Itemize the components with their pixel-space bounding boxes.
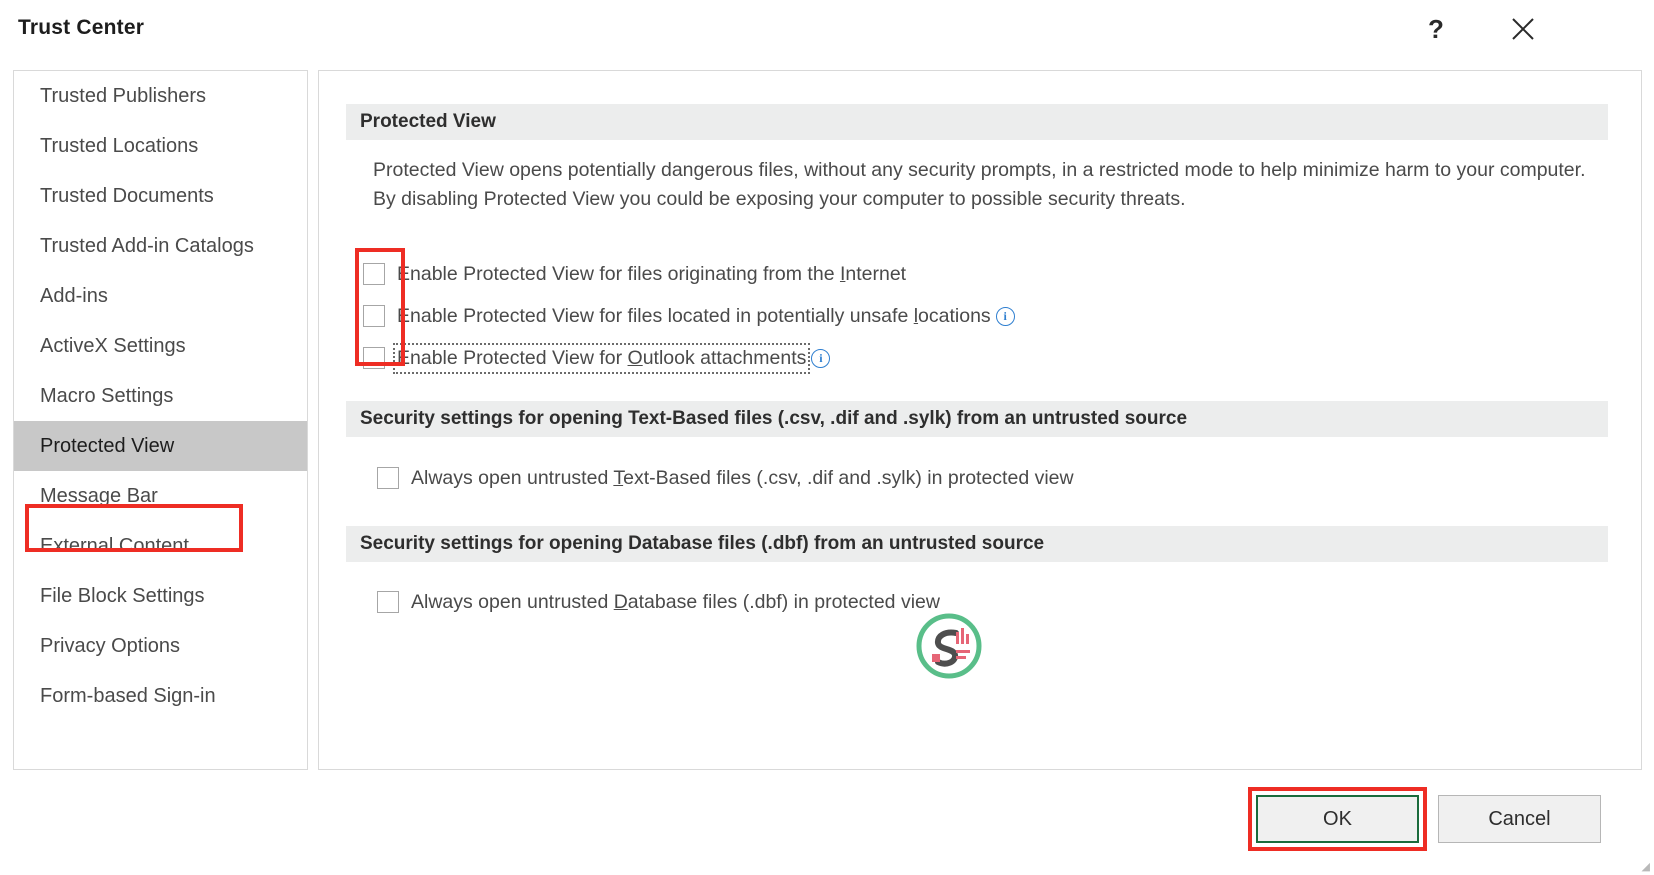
checkbox-label-text-based: Always open untrusted Text-Based files (… <box>411 467 1074 490</box>
category-sidebar[interactable]: Trusted Publishers Trusted Locations Trust… <box>13 70 308 770</box>
sidebar-item-label: Add-ins <box>40 285 108 307</box>
sidebar-item-trusted-locations[interactable]: Trusted Locations <box>14 121 307 171</box>
sidebar-item-label: Trusted Documents <box>40 185 214 207</box>
checkbox-protected-view-3[interactable] <box>363 347 385 369</box>
sidebar-item-label: ActiveX Settings <box>40 335 186 357</box>
sidebar-item-trusted-publishers[interactable]: Trusted Publishers <box>14 71 307 121</box>
sidebar-item-macro-settings[interactable]: Macro Settings <box>14 371 307 421</box>
ok-button[interactable]: OK <box>1256 795 1419 843</box>
sidebar-item-message-bar[interactable]: Message Bar <box>14 471 307 521</box>
sidebar-item-label: External Content <box>40 535 189 557</box>
sidebar-item-label: Protected View <box>40 435 175 457</box>
sidebar-item-label: Form-based Sign-in <box>40 685 216 707</box>
label-accel-key: D <box>613 590 628 613</box>
protected-view-description: Protected View opens potentially dangero… <box>373 159 1586 210</box>
info-icon[interactable]: i <box>811 348 831 368</box>
sidebar-item-label: Privacy Options <box>40 635 181 657</box>
label-accel-key: T <box>613 466 624 489</box>
ok-button-label: OK <box>1323 807 1352 830</box>
sidebar-item-form-based-sign-in[interactable]: Form-based Sign-in <box>14 671 307 721</box>
sidebar-item-activex-settings[interactable]: ActiveX Settings <box>14 321 307 371</box>
checkbox-row-protected-view-1[interactable]: Enable Protected View for files originat… <box>363 259 906 289</box>
sidebar-item-label: Trusted Add-in Catalogs <box>40 235 254 257</box>
checkbox-always-open-database[interactable] <box>377 591 399 613</box>
sidebar-item-label: Trusted Publishers <box>40 85 206 107</box>
sidebar-item-label: File Block Settings <box>40 585 205 607</box>
label-part-before: Enable Protected View for files originat… <box>397 262 840 285</box>
sidebar-item-trusted-documents[interactable]: Trusted Documents <box>14 171 307 221</box>
label-part-after: ext-Based files (.csv, .dif and .sylk) i… <box>623 466 1074 489</box>
help-glyph: ? <box>1428 13 1444 44</box>
sidebar-item-label: Trusted Locations <box>40 135 199 157</box>
cancel-button[interactable]: Cancel <box>1438 795 1601 843</box>
sidebar-item-protected-view[interactable]: Protected View <box>14 421 307 471</box>
section-header-database: Security settings for opening Database f… <box>346 526 1608 562</box>
label-part-after: ocations <box>918 304 991 327</box>
label-part-after: nternet <box>845 262 907 285</box>
checkbox-label-protected-view-3: Enable Protected View for Outlook attach… <box>392 342 811 374</box>
sidebar-item-add-ins[interactable]: Add-ins <box>14 271 307 321</box>
section-header-protected-view: Protected View <box>346 104 1608 140</box>
sidebar-item-privacy-options[interactable]: Privacy Options <box>14 621 307 671</box>
label-part-before: Always open untrusted <box>411 466 614 489</box>
sidebar-item-external-content[interactable]: External Content <box>14 521 307 571</box>
sidebar-item-label: Message Bar <box>40 485 158 507</box>
checkbox-label-protected-view-2: Enable Protected View for files located … <box>397 305 991 328</box>
label-part-before: Enable Protected View for <box>397 346 628 369</box>
checkbox-protected-view-2[interactable] <box>363 305 385 327</box>
resize-grip-icon[interactable]: ◢ <box>1642 860 1650 873</box>
checkbox-row-database[interactable]: Always open untrusted Database files (.d… <box>377 587 940 617</box>
checkbox-protected-view-1[interactable] <box>363 263 385 285</box>
sidebar-item-trusted-add-in-catalogs[interactable]: Trusted Add-in Catalogs <box>14 221 307 271</box>
checkbox-label-database: Always open untrusted Database files (.d… <box>411 591 940 614</box>
close-icon[interactable] <box>1500 6 1546 52</box>
window-title: Trust Center <box>18 16 145 39</box>
close-glyph <box>1512 18 1534 40</box>
help-icon[interactable]: ? <box>1413 6 1459 52</box>
settings-panel: Protected View Protected View opens pote… <box>318 70 1642 770</box>
checkbox-row-protected-view-3[interactable]: Enable Protected View for Outlook attach… <box>363 342 831 374</box>
label-part-after: utlook attachments <box>642 346 807 369</box>
sidebar-item-label: Macro Settings <box>40 385 174 407</box>
checkbox-always-open-text-based[interactable] <box>377 467 399 489</box>
sidebar-list: Trusted Publishers Trusted Locations Trust… <box>14 71 307 721</box>
label-accel-key: O <box>627 346 643 369</box>
label-part-before: Always open untrusted <box>411 590 614 613</box>
checkbox-label-protected-view-1: Enable Protected View for files originat… <box>397 263 906 286</box>
info-icon[interactable]: i <box>995 306 1015 326</box>
checkbox-row-protected-view-2[interactable]: Enable Protected View for files located … <box>363 301 1015 331</box>
title-bar: Trust Center ? <box>0 0 1654 60</box>
label-part-before: Enable Protected View for files located … <box>397 304 914 327</box>
cancel-button-label: Cancel <box>1488 807 1551 830</box>
checkbox-row-text-based[interactable]: Always open untrusted Text-Based files (… <box>377 463 1074 493</box>
label-part-after: atabase files (.dbf) in protected view <box>627 590 940 613</box>
sidebar-item-file-block-settings[interactable]: File Block Settings <box>14 571 307 621</box>
section-header-text-based: Security settings for opening Text-Based… <box>346 401 1608 437</box>
